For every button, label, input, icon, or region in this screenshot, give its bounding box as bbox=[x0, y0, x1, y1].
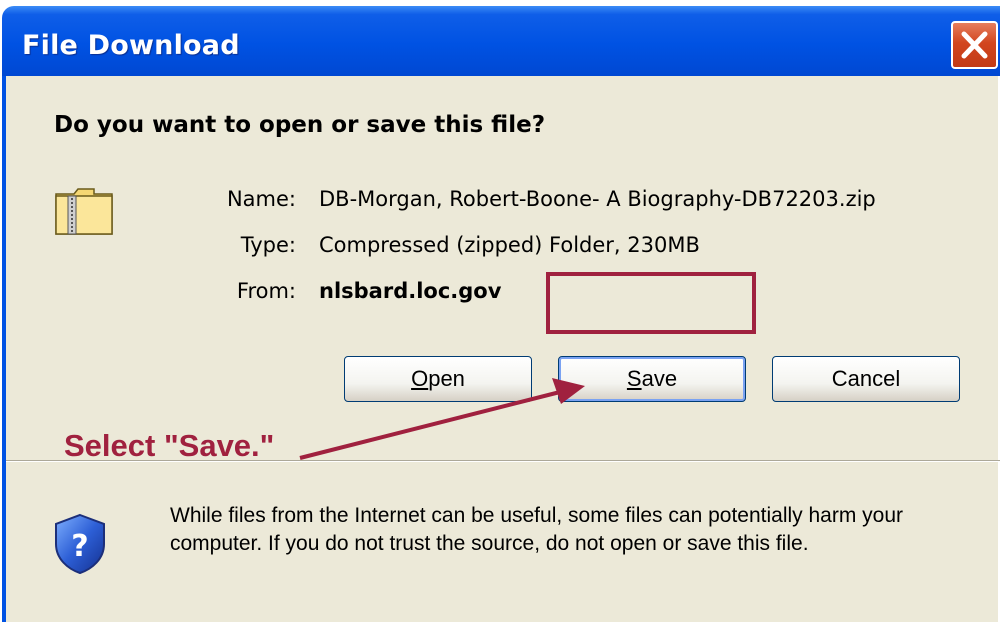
question-text: Do you want to open or save this file? bbox=[54, 112, 546, 138]
type-label: Type: bbox=[240, 233, 296, 257]
save-button[interactable]: Save bbox=[558, 356, 746, 402]
open-label: pen bbox=[428, 366, 465, 391]
name-label: Name: bbox=[226, 187, 296, 211]
title-bar[interactable]: File Download bbox=[2, 6, 1000, 76]
zip-folder-icon bbox=[55, 188, 113, 235]
close-icon bbox=[961, 31, 988, 59]
open-accelerator: O bbox=[411, 366, 429, 391]
save-label: ave bbox=[641, 366, 678, 391]
shield-question-icon: ? bbox=[55, 513, 105, 575]
type-value: Compressed (zipped) Folder, 230MB bbox=[319, 233, 700, 257]
name-value: DB-Morgan, Robert-Boone- A Biography-DB7… bbox=[319, 187, 876, 211]
save-highlight-box bbox=[546, 272, 756, 334]
from-value: nlsbard.loc.gov bbox=[319, 279, 502, 303]
dialog-body: Do you want to open or save this file? N… bbox=[2, 76, 1000, 622]
from-label: From: bbox=[236, 279, 296, 303]
open-button[interactable]: Open bbox=[344, 356, 532, 402]
security-warning-text: While files from the Internet can be use… bbox=[170, 504, 904, 555]
save-accelerator: S bbox=[626, 366, 642, 391]
svg-text:?: ? bbox=[71, 529, 88, 564]
close-button[interactable] bbox=[951, 21, 998, 69]
instruction-callout: Select "Save." bbox=[64, 428, 275, 463]
cancel-button[interactable]: Cancel bbox=[772, 356, 960, 402]
window-title: File Download bbox=[22, 30, 240, 61]
file-download-dialog: File Download Do you want to open or sav… bbox=[0, 0, 1000, 622]
